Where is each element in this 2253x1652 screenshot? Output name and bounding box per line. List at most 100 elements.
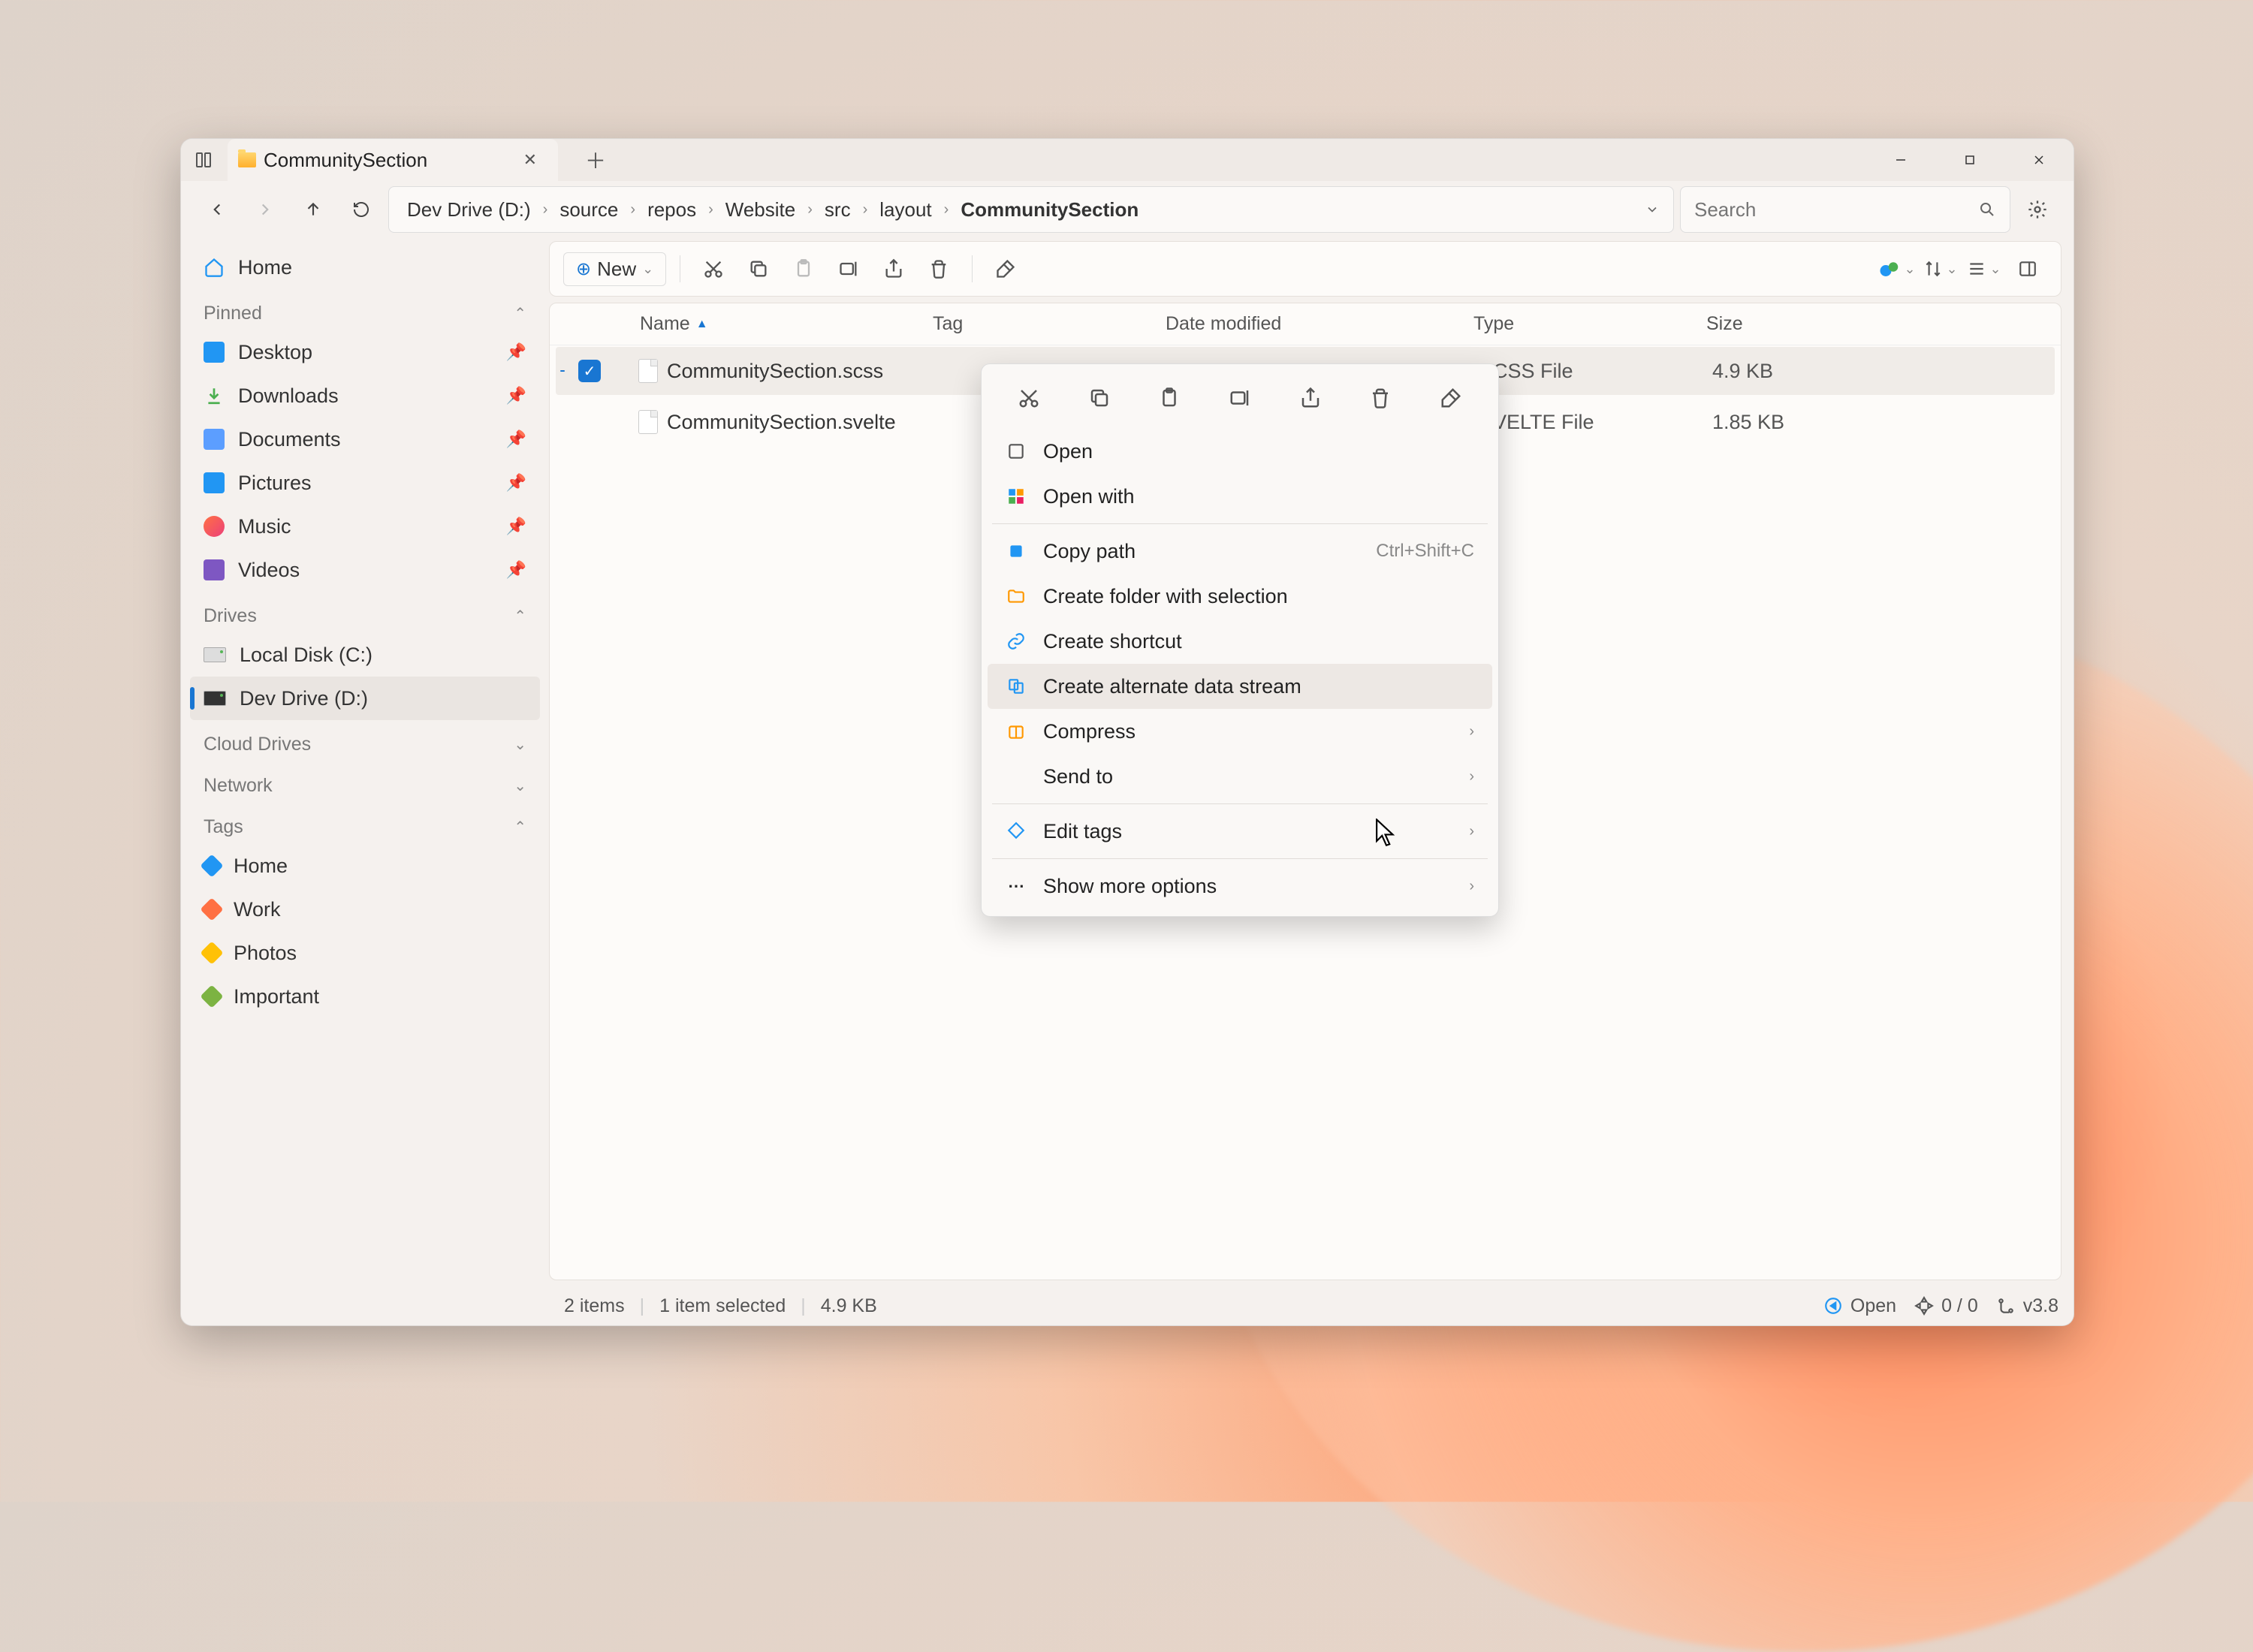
ctx-edit-tags[interactable]: Edit tags› — [988, 809, 1492, 854]
breadcrumb-segment[interactable]: src — [820, 195, 855, 225]
ctx-rename-button[interactable] — [1220, 378, 1260, 418]
sidebar-tag-photos[interactable]: Photos — [190, 931, 540, 975]
status-sync[interactable]: 0 / 0 — [1914, 1295, 1978, 1317]
file-size: 1.85 KB — [1697, 411, 2055, 434]
file-icon — [638, 410, 658, 434]
sidebar-section-network[interactable]: Network⌄ — [190, 761, 540, 803]
status-version[interactable]: v3.8 — [1996, 1295, 2058, 1317]
up-button[interactable] — [292, 188, 334, 231]
music-icon — [204, 516, 225, 537]
sidebar-label: Downloads — [238, 384, 339, 408]
cloud-status-button[interactable]: ⌄ — [1878, 249, 1917, 288]
rename-button[interactable] — [829, 249, 868, 288]
minimize-button[interactable] — [1866, 139, 1935, 181]
breadcrumb-segment[interactable]: source — [555, 195, 623, 225]
paste-button[interactable] — [784, 249, 823, 288]
ctx-delete-button[interactable] — [1360, 378, 1401, 418]
ctx-create-folder[interactable]: Create folder with selection — [988, 574, 1492, 619]
sidebar-item-music[interactable]: Music 📌 — [190, 505, 540, 548]
sidebar-label: Local Disk (C:) — [240, 644, 372, 667]
column-header-name[interactable]: Name▲ — [550, 313, 918, 335]
sidebar-section-drives[interactable]: Drives⌃ — [190, 592, 540, 633]
pin-icon[interactable]: 📌 — [506, 342, 526, 362]
pin-icon[interactable]: 📌 — [506, 517, 526, 536]
pin-icon[interactable]: 📌 — [506, 473, 526, 493]
ctx-create-shortcut[interactable]: Create shortcut — [988, 619, 1492, 664]
view-button[interactable]: ⌄ — [1965, 249, 2004, 288]
sidebar-item-drive-c[interactable]: Local Disk (C:) — [190, 633, 540, 677]
sidebar-item-home[interactable]: Home — [190, 246, 540, 289]
copy-button[interactable] — [739, 249, 778, 288]
ctx-paste-button[interactable] — [1149, 378, 1190, 418]
status-open-button[interactable]: Open — [1823, 1295, 1896, 1317]
ctx-compress[interactable]: Compress› — [988, 709, 1492, 754]
sidebar-label: Home — [234, 855, 288, 878]
sidebar-label: Dev Drive (D:) — [240, 687, 368, 710]
pin-icon[interactable]: 📌 — [506, 560, 526, 580]
column-header-size[interactable]: Size — [1691, 313, 2061, 335]
preview-pane-button[interactable] — [2008, 249, 2047, 288]
tab-close-button[interactable]: ✕ — [517, 147, 543, 173]
chevron-down-icon: ⌄ — [642, 261, 653, 277]
ctx-properties-button[interactable] — [1431, 378, 1471, 418]
file-list: Name▲ Tag Date modified Type Size ✓ Comm… — [549, 303, 2061, 1280]
ctx-share-button[interactable] — [1290, 378, 1331, 418]
settings-button[interactable] — [2016, 188, 2058, 231]
new-button[interactable]: ⊕ New ⌄ — [563, 252, 666, 286]
address-dropdown-button[interactable] — [1645, 202, 1660, 217]
sidebar-section-pinned[interactable]: Pinned⌃ — [190, 289, 540, 330]
ctx-create-ads[interactable]: Create alternate data stream — [988, 664, 1492, 709]
back-button[interactable] — [196, 188, 238, 231]
column-header-type[interactable]: Type — [1458, 313, 1691, 335]
sidebar-item-pictures[interactable]: Pictures📌 — [190, 461, 540, 505]
column-header-date[interactable]: Date modified — [1151, 313, 1458, 335]
sort-button[interactable]: ⌄ — [1921, 249, 1960, 288]
sidebar-section-cloud[interactable]: Cloud Drives⌄ — [190, 720, 540, 761]
sidebar-tag-work[interactable]: Work — [190, 888, 540, 931]
ctx-send-to[interactable]: Send to› — [988, 754, 1492, 799]
breadcrumb-segment[interactable]: layout — [875, 195, 936, 225]
delete-button[interactable] — [919, 249, 958, 288]
chevron-up-icon: ⌃ — [514, 304, 526, 323]
share-button[interactable] — [874, 249, 913, 288]
sidebar-tag-important[interactable]: Important — [190, 975, 540, 1018]
close-button[interactable] — [2004, 139, 2074, 181]
refresh-button[interactable] — [340, 188, 382, 231]
sidebar-item-drive-d[interactable]: Dev Drive (D:) — [190, 677, 540, 720]
cut-button[interactable] — [694, 249, 733, 288]
ctx-copy-path[interactable]: Copy pathCtrl+Shift+C — [988, 529, 1492, 574]
new-tab-button[interactable]: ＋ — [570, 145, 621, 175]
checkbox-icon[interactable]: ✓ — [578, 360, 601, 382]
breadcrumb-segment[interactable]: Dev Drive (D:) — [403, 195, 535, 225]
shortcut-label: Ctrl+Shift+C — [1376, 541, 1474, 562]
address-bar[interactable]: Dev Drive (D:)› source› repos› Website› … — [388, 186, 1674, 233]
search-box[interactable] — [1680, 186, 2010, 233]
breadcrumb-segment[interactable]: Website — [721, 195, 800, 225]
ctx-open[interactable]: Open — [988, 429, 1492, 474]
sidebar-item-downloads[interactable]: Downloads 📌 — [190, 374, 540, 418]
sidebar-item-documents[interactable]: Documents📌 — [190, 418, 540, 461]
sidebar-tag-home[interactable]: Home — [190, 844, 540, 888]
sidebar-label: Music — [238, 515, 291, 538]
search-input[interactable] — [1694, 198, 1936, 222]
ctx-open-with[interactable]: Open with — [988, 474, 1492, 519]
tab-overview-icon[interactable] — [192, 148, 216, 172]
breadcrumb-segment[interactable]: repos — [643, 195, 701, 225]
ctx-show-more[interactable]: ⋯Show more options› — [988, 864, 1492, 909]
sidebar-item-videos[interactable]: Videos📌 — [190, 548, 540, 592]
pin-icon[interactable]: 📌 — [506, 386, 526, 405]
sidebar-label: Work — [234, 898, 281, 921]
tab-active[interactable]: CommunitySection ✕ — [228, 139, 558, 181]
chevron-right-icon: › — [1469, 768, 1474, 785]
maximize-button[interactable] — [1935, 139, 2004, 181]
column-header-tag[interactable]: Tag — [918, 313, 1151, 335]
sidebar-item-desktop[interactable]: Desktop📌 — [190, 330, 540, 374]
sidebar-section-tags[interactable]: Tags⌃ — [190, 803, 540, 844]
chevron-right-icon: › — [705, 201, 716, 219]
ctx-copy-button[interactable] — [1079, 378, 1120, 418]
breadcrumb-segment[interactable]: CommunitySection — [956, 195, 1143, 225]
ctx-cut-button[interactable] — [1009, 378, 1049, 418]
forward-button[interactable] — [244, 188, 286, 231]
pin-icon[interactable]: 📌 — [506, 430, 526, 449]
properties-button[interactable] — [986, 249, 1025, 288]
